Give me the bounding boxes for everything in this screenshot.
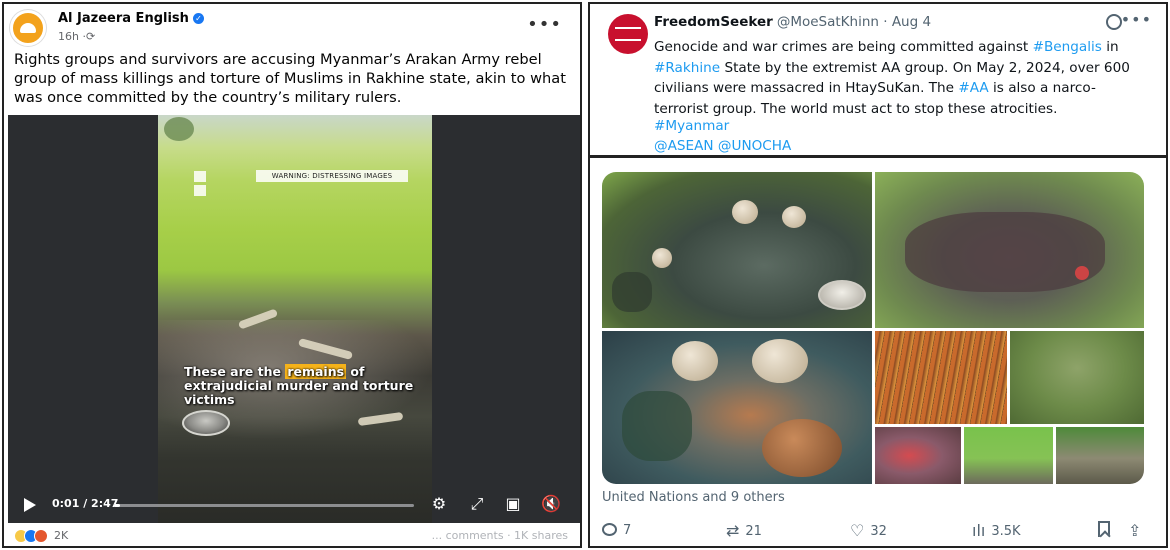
tree-shape (164, 117, 194, 141)
bowl-shape (182, 410, 230, 436)
user-avatar[interactable] (608, 14, 648, 54)
tweet-image[interactable] (875, 331, 1007, 424)
repost-count: 21 (745, 524, 762, 539)
video-player[interactable]: WARNING: DISTRESSING IMAGES These are th… (8, 115, 580, 523)
globe-icon: ·⟳ (82, 30, 96, 43)
video-time: 0:01 / 2:47 (52, 497, 119, 510)
tweet-image[interactable] (875, 172, 1144, 328)
page-name-row: Al Jazeera English ✓ (58, 11, 204, 26)
tweet-image[interactable] (1056, 427, 1144, 484)
post-header: Al Jazeera English ✓ 16h ·⟳ ••• (10, 10, 578, 46)
skull-shape (672, 341, 718, 381)
share-button[interactable]: ⇪ (1128, 520, 1147, 542)
hashtag-rakhine[interactable]: #Rakhine (654, 60, 720, 76)
tweet-text-part: Genocide and war crimes are being commit… (654, 39, 1033, 55)
post-time[interactable]: 16h (58, 30, 79, 43)
more-options-icon[interactable]: ••• (527, 14, 562, 35)
tweet-text-part: in (1101, 39, 1119, 55)
debris-shape (622, 391, 692, 461)
expand-icon[interactable]: ⤢ (466, 493, 488, 515)
tweet-header: FreedomSeeker @MoeSatKhinn · Aug 4 (654, 14, 931, 30)
comments-shares-count[interactable]: ... comments · 1K shares (432, 529, 568, 542)
tweet-image[interactable] (964, 427, 1053, 484)
verified-icon: ✓ (192, 13, 204, 24)
reply-count: 7 (623, 523, 632, 538)
debris-shape (905, 212, 1105, 292)
tweet-image[interactable] (602, 172, 872, 328)
tweet-actions: 7 ⇄ 21 ♡ 32 ılı 3.5K ⇪ (602, 520, 1148, 542)
tweet-text: Genocide and war crimes are being commit… (654, 37, 1144, 119)
hashtag-aa[interactable]: #AA (958, 80, 988, 96)
share-icon: ⇪ (1128, 521, 1142, 540)
views-icon: ılı (972, 521, 986, 540)
skull-shape (752, 339, 808, 383)
play-icon[interactable] (24, 498, 36, 512)
tagged-people[interactable]: United Nations and 9 others (602, 490, 785, 505)
views-button[interactable]: ılı 3.5K (972, 520, 1021, 542)
debris-shape (612, 272, 652, 312)
hashtag-myanmar[interactable]: #Myanmar (654, 118, 729, 134)
facebook-post: Al Jazeera English ✓ 16h ·⟳ ••• Rights gr… (2, 2, 582, 548)
mute-icon[interactable]: 🔇 (540, 493, 562, 515)
user-handle[interactable]: @MoeSatKhinn (777, 14, 879, 30)
heart-icon: ♡ (850, 521, 865, 540)
subtitle-text-before: These are the (184, 364, 281, 379)
tweet-image[interactable] (1010, 331, 1144, 424)
mentions[interactable]: @ASEAN @UNOCHA (654, 138, 791, 154)
grok-icon[interactable] (1106, 14, 1122, 30)
post-footer: 2K ... comments · 1K shares (14, 528, 574, 546)
plate-shape (818, 280, 866, 310)
video-subtitle: These are the remains of extrajudicial m… (184, 364, 414, 407)
skull-shape (782, 206, 806, 228)
repost-icon: ⇄ (726, 521, 740, 540)
more-options-icon[interactable]: ••• (1121, 10, 1152, 29)
like-count: 32 (870, 524, 887, 539)
angry-reaction-icon[interactable] (34, 529, 48, 543)
tweet-image-grid[interactable] (602, 172, 1144, 484)
progress-fill (114, 504, 120, 507)
skull-shape (762, 419, 842, 477)
reply-button[interactable]: 7 (602, 520, 631, 542)
post-time-row: 16h ·⟳ (58, 30, 95, 43)
post-caption: Rights groups and survivors are accusing… (14, 51, 566, 106)
bookmark-icon (1098, 521, 1110, 537)
video-frame: WARNING: DISTRESSING IMAGES These are th… (158, 115, 432, 523)
tweet-body: FreedomSeeker @MoeSatKhinn · Aug 4 ••• Ge… (590, 4, 1166, 158)
like-button[interactable]: ♡ 32 (850, 520, 887, 542)
settings-icon[interactable]: ⚙ (428, 493, 450, 515)
subtitle-highlight: remains (285, 364, 347, 379)
repost-button[interactable]: ⇄ 21 (726, 520, 762, 542)
reply-icon (602, 523, 617, 536)
progress-bar[interactable] (114, 504, 414, 507)
warning-marker (194, 171, 206, 182)
skull-shape (652, 248, 672, 268)
page-name[interactable]: Al Jazeera English (58, 11, 189, 26)
warning-marker (194, 185, 206, 196)
skull-shape (732, 200, 758, 224)
warning-label: WARNING: DISTRESSING IMAGES (256, 170, 408, 182)
tweet-date[interactable]: · Aug 4 (883, 14, 931, 30)
bookmark-button[interactable] (1098, 520, 1110, 542)
debris-shape (1075, 266, 1089, 280)
display-name[interactable]: FreedomSeeker (654, 14, 773, 30)
tweet-image[interactable] (602, 331, 872, 484)
video-controls: 0:01 / 2:47 ⚙ ⤢ ▣ 🔇 (8, 487, 580, 523)
hashtag-bengalis[interactable]: #Bengalis (1033, 39, 1102, 55)
page-avatar[interactable] (10, 10, 46, 46)
reactions-count[interactable]: 2K (54, 529, 68, 542)
views-count: 3.5K (991, 524, 1021, 539)
pip-icon[interactable]: ▣ (502, 493, 524, 515)
tweet-image[interactable] (875, 427, 961, 484)
tweet: FreedomSeeker @MoeSatKhinn · Aug 4 ••• Ge… (588, 2, 1168, 548)
